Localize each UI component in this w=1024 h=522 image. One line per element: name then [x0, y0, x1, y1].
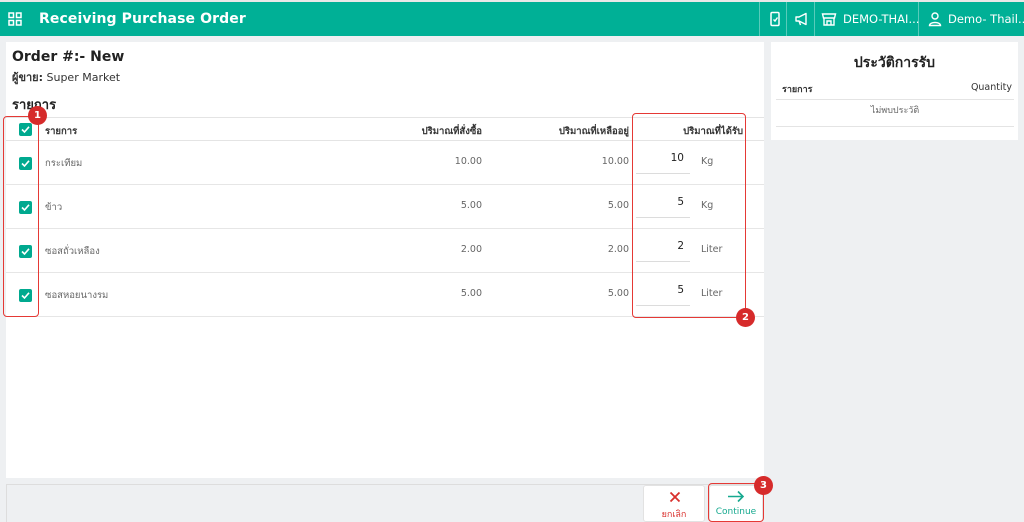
item-name: กระเทียม	[45, 158, 83, 169]
annotation-badge-1: 1	[28, 106, 47, 125]
branch-selector[interactable]: DEMO-THAI...	[843, 12, 919, 26]
column-remaining: ปริมาณที่เหลืออยู่	[558, 126, 629, 137]
highlight-checkbox-column	[3, 116, 39, 317]
header-divider	[918, 2, 919, 36]
highlight-received-column	[632, 113, 746, 318]
ordered-qty: 5.00	[460, 200, 482, 211]
vendor-label: ผู้ขาย:	[12, 71, 43, 84]
remaining-qty: 10.00	[601, 156, 629, 167]
cancel-button[interactable]: ยกเลิก	[643, 485, 705, 522]
remaining-qty: 5.00	[607, 288, 629, 299]
history-column-quantity: Quantity	[970, 82, 1012, 93]
item-name: ซอสหอยนางรม	[45, 290, 109, 301]
header-divider	[814, 2, 815, 36]
item-name: ข้าว	[45, 202, 63, 213]
history-column-item: รายการ	[782, 85, 813, 95]
vendor-line: ผู้ขาย: Super Market	[12, 68, 120, 86]
ordered-qty: 2.00	[460, 244, 482, 255]
vendor-name: Super Market	[46, 71, 121, 84]
ordered-qty: 5.00	[460, 288, 482, 299]
column-item: รายการ	[45, 126, 78, 137]
mobile-icon[interactable]	[767, 11, 783, 27]
remaining-qty: 2.00	[607, 244, 629, 255]
user-menu[interactable]: Demo- Thail...	[948, 12, 1024, 26]
app-title: Receiving Purchase Order	[39, 11, 246, 27]
annotation-badge-2: 2	[736, 308, 755, 327]
column-ordered: ปริมาณที่สั่งซื้อ	[421, 126, 482, 137]
history-empty-message: ไม่พบประวัติ	[776, 100, 1014, 127]
app-header: Receiving Purchase Order DEMO-THAI... De…	[0, 2, 1024, 36]
order-number: Order #:- New	[12, 49, 125, 65]
close-icon	[669, 491, 681, 503]
history-table-header: รายการ Quantity	[776, 79, 1014, 100]
history-title: ประวัติการรับ	[853, 55, 936, 71]
header-divider	[786, 2, 787, 36]
item-name: ซอสถั่วเหลือง	[45, 246, 100, 257]
remaining-qty: 5.00	[607, 200, 629, 211]
store-icon[interactable]	[821, 11, 837, 27]
header-divider	[759, 2, 760, 36]
ordered-qty: 10.00	[454, 156, 482, 167]
receiving-history-panel: ประวัติการรับ รายการ Quantity ไม่พบประวั…	[771, 42, 1018, 140]
apps-grid-icon[interactable]	[8, 12, 22, 26]
user-icon[interactable]	[927, 11, 943, 27]
cancel-label: ยกเลิก	[661, 510, 687, 520]
annotation-badge-3: 3	[754, 476, 773, 495]
megaphone-icon[interactable]	[794, 11, 810, 27]
